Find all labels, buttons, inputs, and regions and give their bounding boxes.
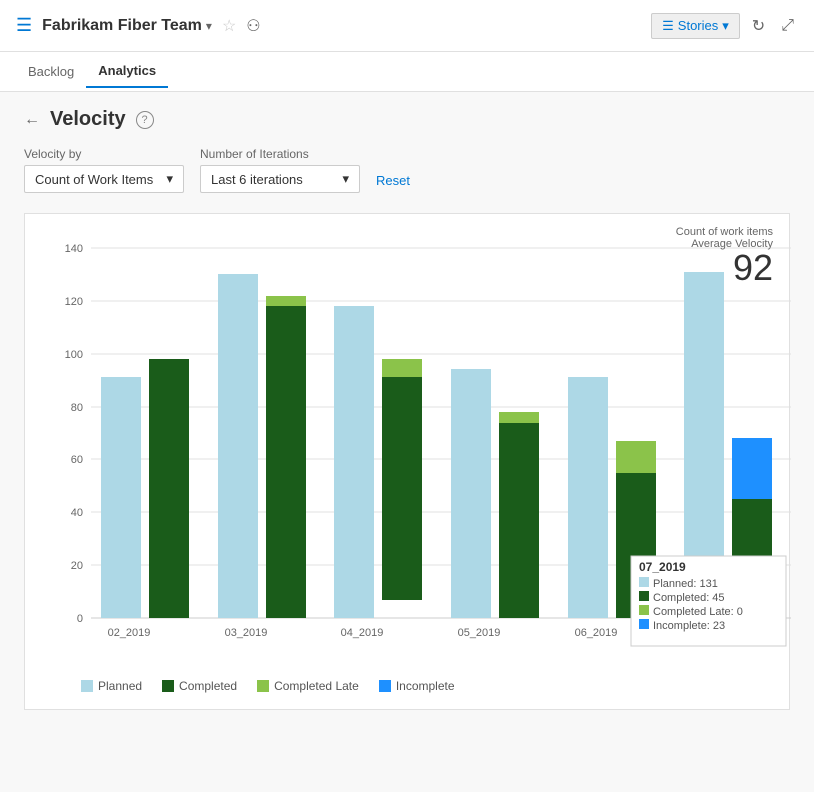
completed-late-swatch xyxy=(257,680,269,692)
svg-text:Incomplete: 23: Incomplete: 23 xyxy=(653,620,725,632)
page-content: ← Velocity ? Velocity by Count of Work I… xyxy=(0,92,814,792)
legend-completed: Completed xyxy=(162,679,237,693)
svg-text:Planned: 131: Planned: 131 xyxy=(653,578,718,590)
legend-incomplete: Incomplete xyxy=(379,679,455,693)
tab-analytics[interactable]: Analytics xyxy=(86,55,168,88)
bar-group-04_2019: 04_2019 xyxy=(334,306,422,639)
completed-label: Completed xyxy=(179,679,237,693)
svg-text:07_2019: 07_2019 xyxy=(639,560,686,574)
avg-velocity-value: 92 xyxy=(676,250,773,286)
planned-label: Planned xyxy=(98,679,142,693)
iterations-value: Last 6 iterations xyxy=(211,172,303,187)
tab-backlog[interactable]: Backlog xyxy=(16,56,86,87)
svg-text:06_2019: 06_2019 xyxy=(575,627,618,639)
chart-container: Count of work items Average Velocity 92 … xyxy=(24,213,790,710)
svg-text:05_2019: 05_2019 xyxy=(458,627,501,639)
svg-text:20: 20 xyxy=(71,560,83,572)
stories-icon: ☰ xyxy=(662,18,674,34)
velocity-chart: 140 120 100 80 60 40 xyxy=(41,238,801,668)
velocity-header: ← Velocity ? xyxy=(24,108,790,131)
chart-summary: Count of work items Average Velocity 92 xyxy=(676,226,773,286)
svg-text:140: 140 xyxy=(65,243,83,255)
velocity-by-select[interactable]: Count of Work Items ▾ xyxy=(24,165,184,193)
nav-tabs: Backlog Analytics xyxy=(0,52,814,92)
chart-tooltip: 07_2019 Planned: 131 Completed: 45 Compl… xyxy=(631,556,786,646)
count-label: Count of work items xyxy=(676,226,773,238)
svg-text:40: 40 xyxy=(71,507,83,519)
completed-late-label: Completed Late xyxy=(274,679,359,693)
svg-text:0: 0 xyxy=(77,613,83,625)
svg-text:04_2019: 04_2019 xyxy=(341,627,384,639)
iterations-select[interactable]: Last 6 iterations ▾ xyxy=(200,165,360,193)
reset-button[interactable]: Reset xyxy=(376,168,410,193)
legend-planned: Planned xyxy=(81,679,142,693)
completed-swatch xyxy=(162,680,174,692)
page-title: Velocity xyxy=(50,108,126,131)
svg-text:03_2019: 03_2019 xyxy=(225,627,268,639)
people-icon[interactable]: ⚇ xyxy=(246,16,260,36)
svg-text:120: 120 xyxy=(65,296,83,308)
chart-legend: Planned Completed Completed Late Incompl… xyxy=(41,679,773,693)
velocity-by-chevron-icon: ▾ xyxy=(166,171,173,187)
stories-label: Stories xyxy=(678,18,718,33)
velocity-by-value: Count of Work Items xyxy=(35,172,153,187)
svg-text:Completed: 45: Completed: 45 xyxy=(653,592,725,604)
team-title: Fabrikam Fiber Team xyxy=(42,17,202,35)
header-actions: ☰ Stories ▾ ↻ ⤢ xyxy=(651,12,798,40)
filters-row: Velocity by Count of Work Items ▾ Number… xyxy=(24,147,790,193)
svg-text:100: 100 xyxy=(65,349,83,361)
incomplete-swatch xyxy=(379,680,391,692)
refresh-button[interactable]: ↻ xyxy=(748,12,769,40)
expand-button[interactable]: ⤢ xyxy=(777,13,798,39)
svg-text:Completed Late: 0: Completed Late: 0 xyxy=(653,606,743,618)
iterations-chevron-icon: ▾ xyxy=(342,171,349,187)
incomplete-label: Incomplete xyxy=(396,679,455,693)
back-button[interactable]: ← xyxy=(24,111,40,129)
chart-svg-wrapper: 140 120 100 80 60 40 xyxy=(41,238,773,671)
legend-completed-late: Completed Late xyxy=(257,679,359,693)
bar-group-05_2019: 05_2019 xyxy=(451,369,539,639)
iterations-group: Number of Iterations Last 6 iterations ▾ xyxy=(200,147,360,193)
svg-text:80: 80 xyxy=(71,402,83,414)
app-icon: ☰ xyxy=(16,15,32,36)
team-chevron-icon[interactable]: ▾ xyxy=(206,19,212,33)
favorite-icon[interactable]: ☆ xyxy=(222,16,236,36)
stories-button[interactable]: ☰ Stories ▾ xyxy=(651,13,740,39)
app-header: ☰ Fabrikam Fiber Team ▾ ☆ ⚇ ☰ Stories ▾ … xyxy=(0,0,814,52)
velocity-by-label: Velocity by xyxy=(24,147,184,161)
help-icon[interactable]: ? xyxy=(136,111,154,129)
stories-chevron-icon: ▾ xyxy=(722,18,729,34)
bar-group-02_2019: 02_2019 xyxy=(101,359,189,639)
svg-text:60: 60 xyxy=(71,454,83,466)
svg-text:02_2019: 02_2019 xyxy=(108,627,151,639)
planned-swatch xyxy=(81,680,93,692)
iterations-label: Number of Iterations xyxy=(200,147,360,161)
bar-group-03_2019: 03_2019 xyxy=(218,274,306,639)
velocity-by-group: Velocity by Count of Work Items ▾ xyxy=(24,147,184,193)
